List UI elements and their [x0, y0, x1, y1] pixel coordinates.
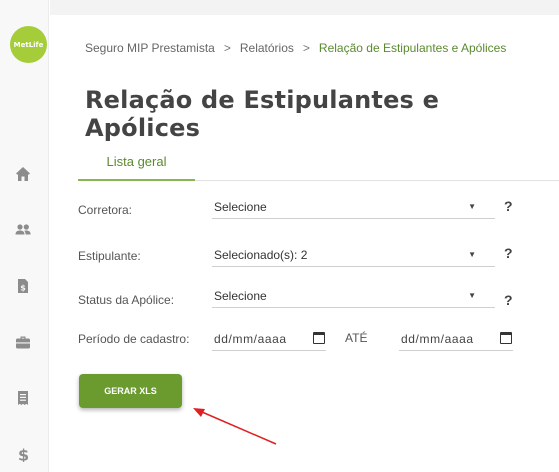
periodo-to-date-input[interactable]: dd/mm/aaaa [399, 327, 513, 351]
svg-text:$: $ [20, 284, 26, 293]
status-select[interactable]: Selecione ▼ [212, 284, 495, 308]
periodo-from-value: dd/mm/aaaa [214, 332, 287, 346]
periodo-between-label: ATÉ [345, 331, 368, 345]
breadcrumb-item-current: Relação de Estipulantes e Apólices [318, 41, 507, 55]
sidebar: MetLife $ $ [0, 0, 49, 472]
tab-lista-geral[interactable]: Lista geral [78, 150, 195, 181]
estipulante-select-value: Selecionado(s): 2 [214, 248, 308, 262]
periodo-to-value: dd/mm/aaaa [401, 332, 474, 346]
estipulante-label: Estipulante: [78, 249, 141, 263]
status-help-icon[interactable]: ? [504, 292, 513, 308]
chevron-down-icon: ▼ [468, 202, 476, 211]
corretora-select-value: Selecione [214, 200, 267, 214]
calendar-icon[interactable] [500, 332, 512, 344]
status-label: Status da Apólice: [78, 293, 175, 307]
corretora-select[interactable]: Selecione ▼ [212, 195, 495, 219]
dollar-icon[interactable]: $ [14, 445, 32, 463]
breadcrumb-item-seguro[interactable]: Seguro MIP Prestamista [85, 41, 215, 55]
estipulante-select[interactable]: Selecionado(s): 2 ▼ [212, 243, 495, 267]
document-dollar-icon[interactable]: $ [14, 277, 32, 295]
corretora-help-icon[interactable]: ? [504, 198, 513, 214]
top-bar [50, 0, 559, 15]
estipulante-help-icon[interactable]: ? [504, 245, 513, 261]
breadcrumb-separator: > [223, 41, 231, 55]
breadcrumb-item-relatorios[interactable]: Relatórios [240, 41, 294, 55]
breadcrumb-separator: > [302, 41, 310, 55]
metlife-logo[interactable]: MetLife [10, 26, 47, 63]
tab-bar: Lista geral [78, 150, 559, 181]
page-title: Relação de Estipulantes e Apólices [85, 86, 440, 142]
breadcrumb: Seguro MIP Prestamista > Relatórios > Relaçã… [85, 41, 506, 55]
periodo-from-date-input[interactable]: dd/mm/aaaa [212, 327, 326, 351]
chevron-down-icon: ▼ [468, 291, 476, 300]
home-icon[interactable] [14, 165, 32, 183]
svg-text:$: $ [18, 446, 29, 462]
briefcase-icon[interactable] [14, 333, 32, 351]
calendar-icon[interactable] [313, 332, 325, 344]
periodo-label: Período de cadastro: [78, 332, 190, 346]
corretora-label: Corretora: [78, 203, 133, 217]
chevron-down-icon: ▼ [468, 250, 476, 259]
gerar-xls-button[interactable]: GERAR XLS [79, 374, 182, 408]
users-icon[interactable] [14, 221, 32, 239]
receipt-icon[interactable] [14, 389, 32, 407]
status-select-value: Selecione [214, 289, 267, 303]
